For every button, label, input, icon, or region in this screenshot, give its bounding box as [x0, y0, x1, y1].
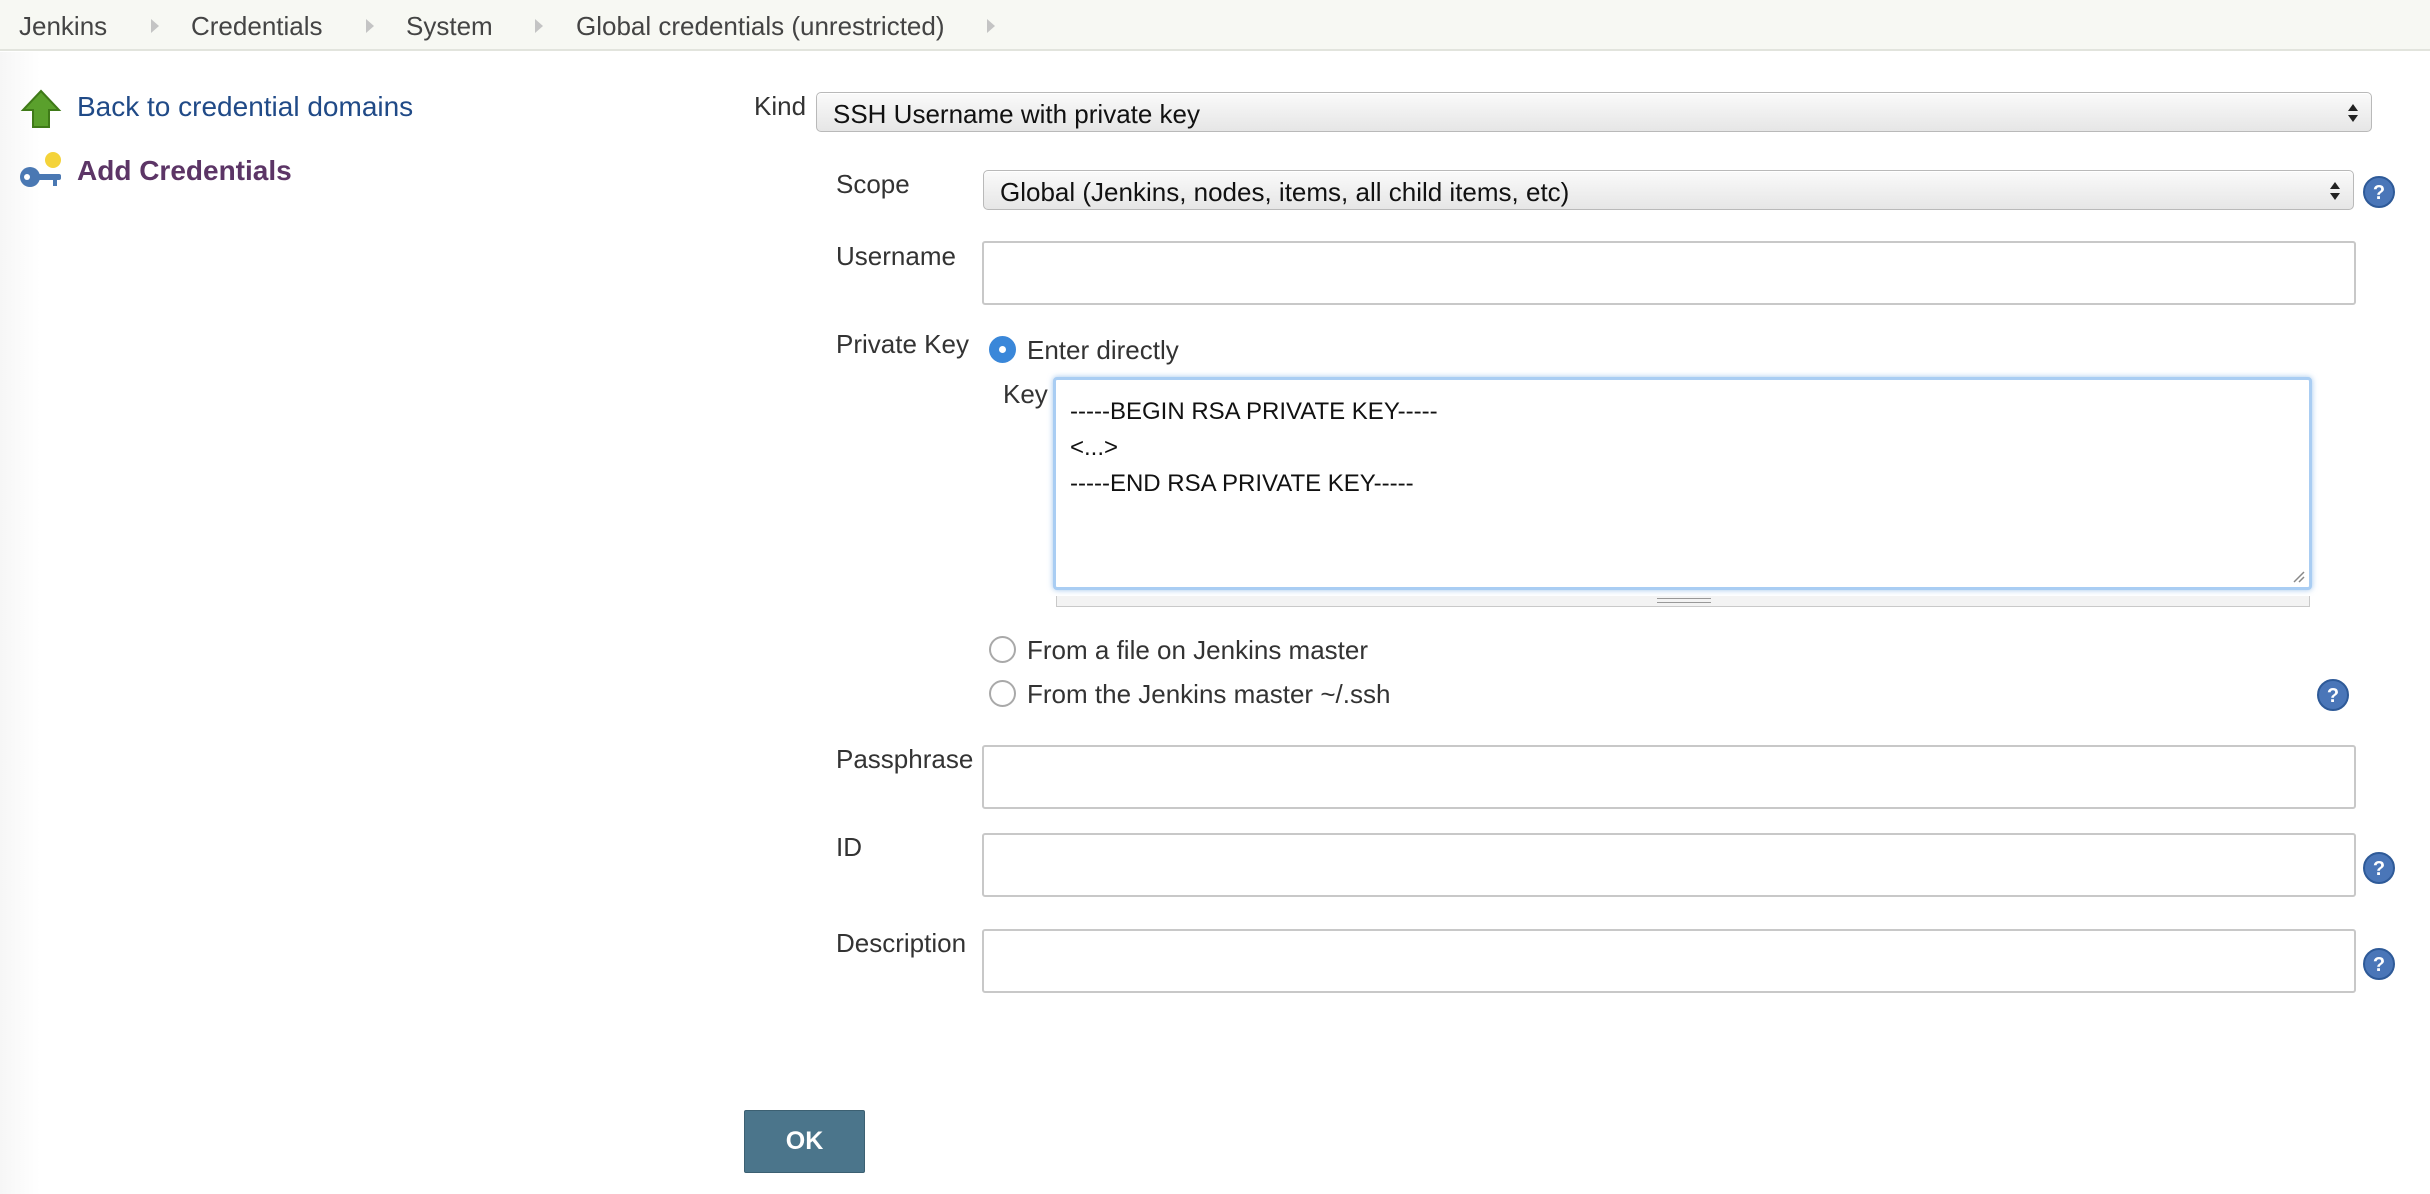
- from-file-radio[interactable]: [989, 636, 1016, 663]
- from-ssh-radio[interactable]: [989, 680, 1016, 707]
- kind-select-value: SSH Username with private key: [833, 99, 1201, 129]
- breadcrumb: Jenkins Credentials System Global creden…: [0, 0, 2430, 51]
- breadcrumb-separator-icon[interactable]: [366, 19, 374, 33]
- breadcrumb-item-jenkins[interactable]: Jenkins: [19, 11, 107, 42]
- page: Jenkins Credentials System Global creden…: [0, 0, 2430, 1194]
- id-input[interactable]: [982, 833, 2356, 897]
- key-line: <...>: [1070, 434, 1119, 461]
- description-help-icon[interactable]: ?: [2362, 947, 2396, 981]
- description-input[interactable]: [982, 929, 2356, 993]
- enter-directly-label[interactable]: Enter directly: [1027, 335, 1179, 366]
- kind-select[interactable]: SSH Username with private key: [816, 92, 2372, 132]
- breadcrumb-separator-icon[interactable]: [987, 19, 995, 33]
- username-label: Username: [836, 241, 956, 271]
- kind-label: Kind: [754, 91, 807, 121]
- breadcrumb-separator-icon[interactable]: [151, 19, 159, 33]
- scope-label: Scope: [836, 169, 910, 199]
- key-line: -----END RSA PRIVATE KEY-----: [1070, 470, 1414, 497]
- private-key-help-icon[interactable]: ?: [2316, 678, 2350, 712]
- svg-text:?: ?: [2373, 954, 2385, 976]
- id-help-icon[interactable]: ?: [2362, 851, 2396, 885]
- select-arrows-icon: [2348, 104, 2358, 122]
- enter-directly-radio[interactable]: [989, 336, 1016, 363]
- ok-button[interactable]: OK: [744, 1110, 865, 1173]
- scope-help-icon[interactable]: ?: [2362, 175, 2396, 209]
- svg-text:?: ?: [2327, 685, 2339, 707]
- private-key-label: Private Key: [836, 329, 969, 359]
- side-panel: Back to credential domains Add Credentia…: [0, 52, 700, 1194]
- description-label: Description: [836, 928, 967, 958]
- breadcrumb-item-global-credentials[interactable]: Global credentials (unrestricted): [576, 11, 945, 42]
- back-to-credential-domains-link[interactable]: Back to credential domains: [77, 91, 413, 123]
- from-file-label[interactable]: From a file on Jenkins master: [1027, 635, 1368, 666]
- scope-select-value: Global (Jenkins, nodes, items, all child…: [1000, 177, 1570, 207]
- breadcrumb-item-credentials[interactable]: Credentials: [191, 11, 323, 42]
- select-arrows-icon: [2330, 182, 2340, 200]
- from-ssh-label[interactable]: From the Jenkins master ~/.ssh: [1027, 679, 1390, 710]
- key-label: Key: [1003, 379, 1048, 409]
- up-arrow-icon[interactable]: [20, 88, 62, 130]
- drag-handle-icon[interactable]: [1657, 598, 1711, 603]
- svg-text:?: ?: [2373, 858, 2385, 880]
- passphrase-label: Passphrase: [836, 744, 974, 774]
- scope-select[interactable]: Global (Jenkins, nodes, items, all child…: [983, 170, 2354, 210]
- svg-text:?: ?: [2373, 182, 2385, 204]
- username-input[interactable]: [982, 241, 2356, 305]
- passphrase-input[interactable]: [982, 745, 2356, 809]
- add-credentials-heading: Add Credentials: [77, 155, 292, 186]
- textarea-drag-bar[interactable]: [1056, 596, 2310, 607]
- resize-grip-icon[interactable]: [2289, 567, 2305, 583]
- id-label: ID: [836, 832, 862, 862]
- credentials-key-icon: [20, 152, 61, 187]
- breadcrumb-separator-icon[interactable]: [535, 19, 543, 33]
- breadcrumb-item-system[interactable]: System: [406, 11, 493, 42]
- private-key-textarea[interactable]: -----BEGIN RSA PRIVATE KEY----- <...> --…: [1053, 377, 2312, 590]
- key-line: -----BEGIN RSA PRIVATE KEY-----: [1070, 398, 1438, 425]
